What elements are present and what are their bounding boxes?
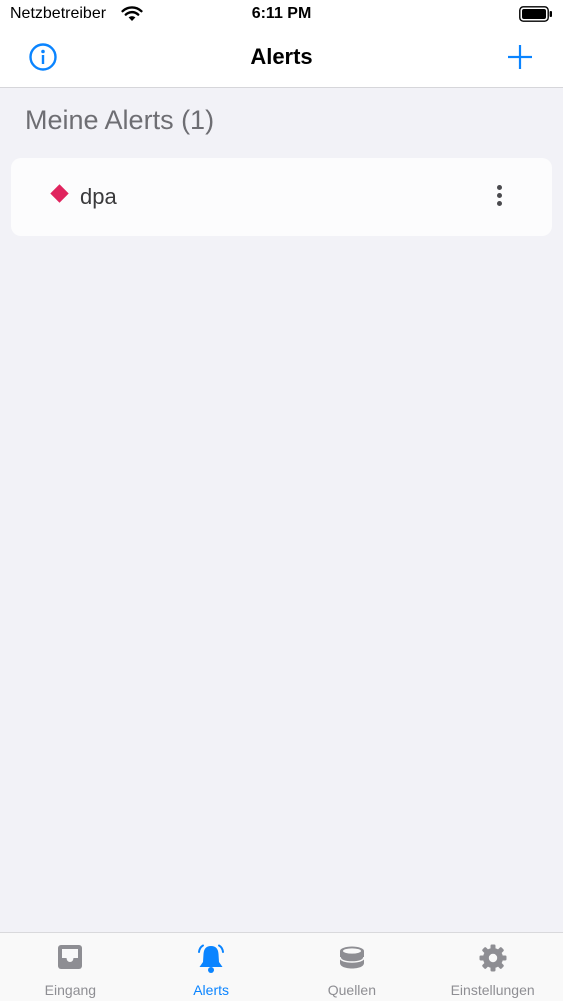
diamond-icon	[50, 184, 69, 203]
status-bar: Netzbetreiber 6:11 PM	[0, 0, 563, 30]
tab-bar: Eingang Alerts Quellen Einstellungen	[0, 932, 563, 1001]
gear-icon	[479, 944, 507, 972]
alert-name: dpa	[80, 184, 117, 209]
plus-icon[interactable]	[505, 42, 535, 72]
tab-alerts[interactable]: Alerts	[141, 933, 282, 1001]
tab-label: Alerts	[193, 982, 230, 998]
clock: 6:11 PM	[251, 5, 312, 22]
tab-eingang[interactable]: Eingang	[0, 933, 141, 1001]
tab-label: Eingang	[44, 982, 97, 998]
tab-label: Quellen	[327, 982, 376, 998]
more-options-icon[interactable]	[488, 183, 510, 211]
tab-label: Einstellungen	[450, 982, 535, 998]
inbox-icon	[58, 945, 83, 969]
tab-quellen[interactable]: Quellen	[282, 933, 423, 1001]
bell-icon	[198, 944, 225, 973]
battery-icon	[519, 6, 552, 22]
section-title: Meine Alerts (1)	[25, 105, 215, 135]
database-icon	[339, 946, 365, 969]
tab-einstellungen[interactable]: Einstellungen	[422, 933, 563, 1001]
page-title: Alerts	[250, 44, 313, 69]
navigation-bar: Alerts	[0, 30, 563, 88]
alert-item-dpa[interactable]: dpa	[11, 158, 552, 236]
